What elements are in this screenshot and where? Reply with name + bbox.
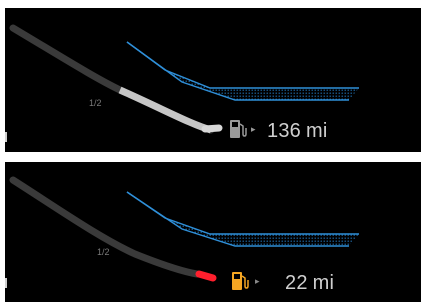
fuel-pump-icon xyxy=(230,120,247,138)
range-value: 22 xyxy=(285,272,308,294)
gauge-fill xyxy=(195,270,217,282)
road-edge-upper xyxy=(126,41,359,89)
road-edge-upper xyxy=(126,191,359,235)
range-unit: mi xyxy=(312,272,335,294)
range-readout: 136 mi xyxy=(267,120,328,143)
edge-marker xyxy=(5,278,7,288)
half-tank-label: 1/2 xyxy=(97,247,110,257)
edge-marker xyxy=(5,132,7,142)
road-texture xyxy=(127,42,359,100)
half-tank-label: 1/2 xyxy=(89,98,102,108)
range-readout: 22 mi xyxy=(285,272,334,295)
gauge-end-cap xyxy=(201,124,223,133)
fuel-pump-icon xyxy=(232,272,249,290)
gauge-fill xyxy=(118,86,212,134)
fuel-gauge-panel-top: 1/2 ▸ 136 mi xyxy=(5,8,421,152)
arrow-right-icon: ▸ xyxy=(251,124,256,134)
road-texture xyxy=(127,192,359,246)
gauge-track xyxy=(9,176,201,278)
arrow-right-icon: ▸ xyxy=(255,276,260,286)
fuel-gauge-panel-bottom: 1/2 ▸ 22 mi xyxy=(5,162,421,302)
fuel-gauge-graphic xyxy=(5,24,359,142)
range-unit: mi xyxy=(305,120,328,142)
fuel-gauge-graphic xyxy=(5,176,359,288)
range-value: 136 xyxy=(267,120,301,142)
